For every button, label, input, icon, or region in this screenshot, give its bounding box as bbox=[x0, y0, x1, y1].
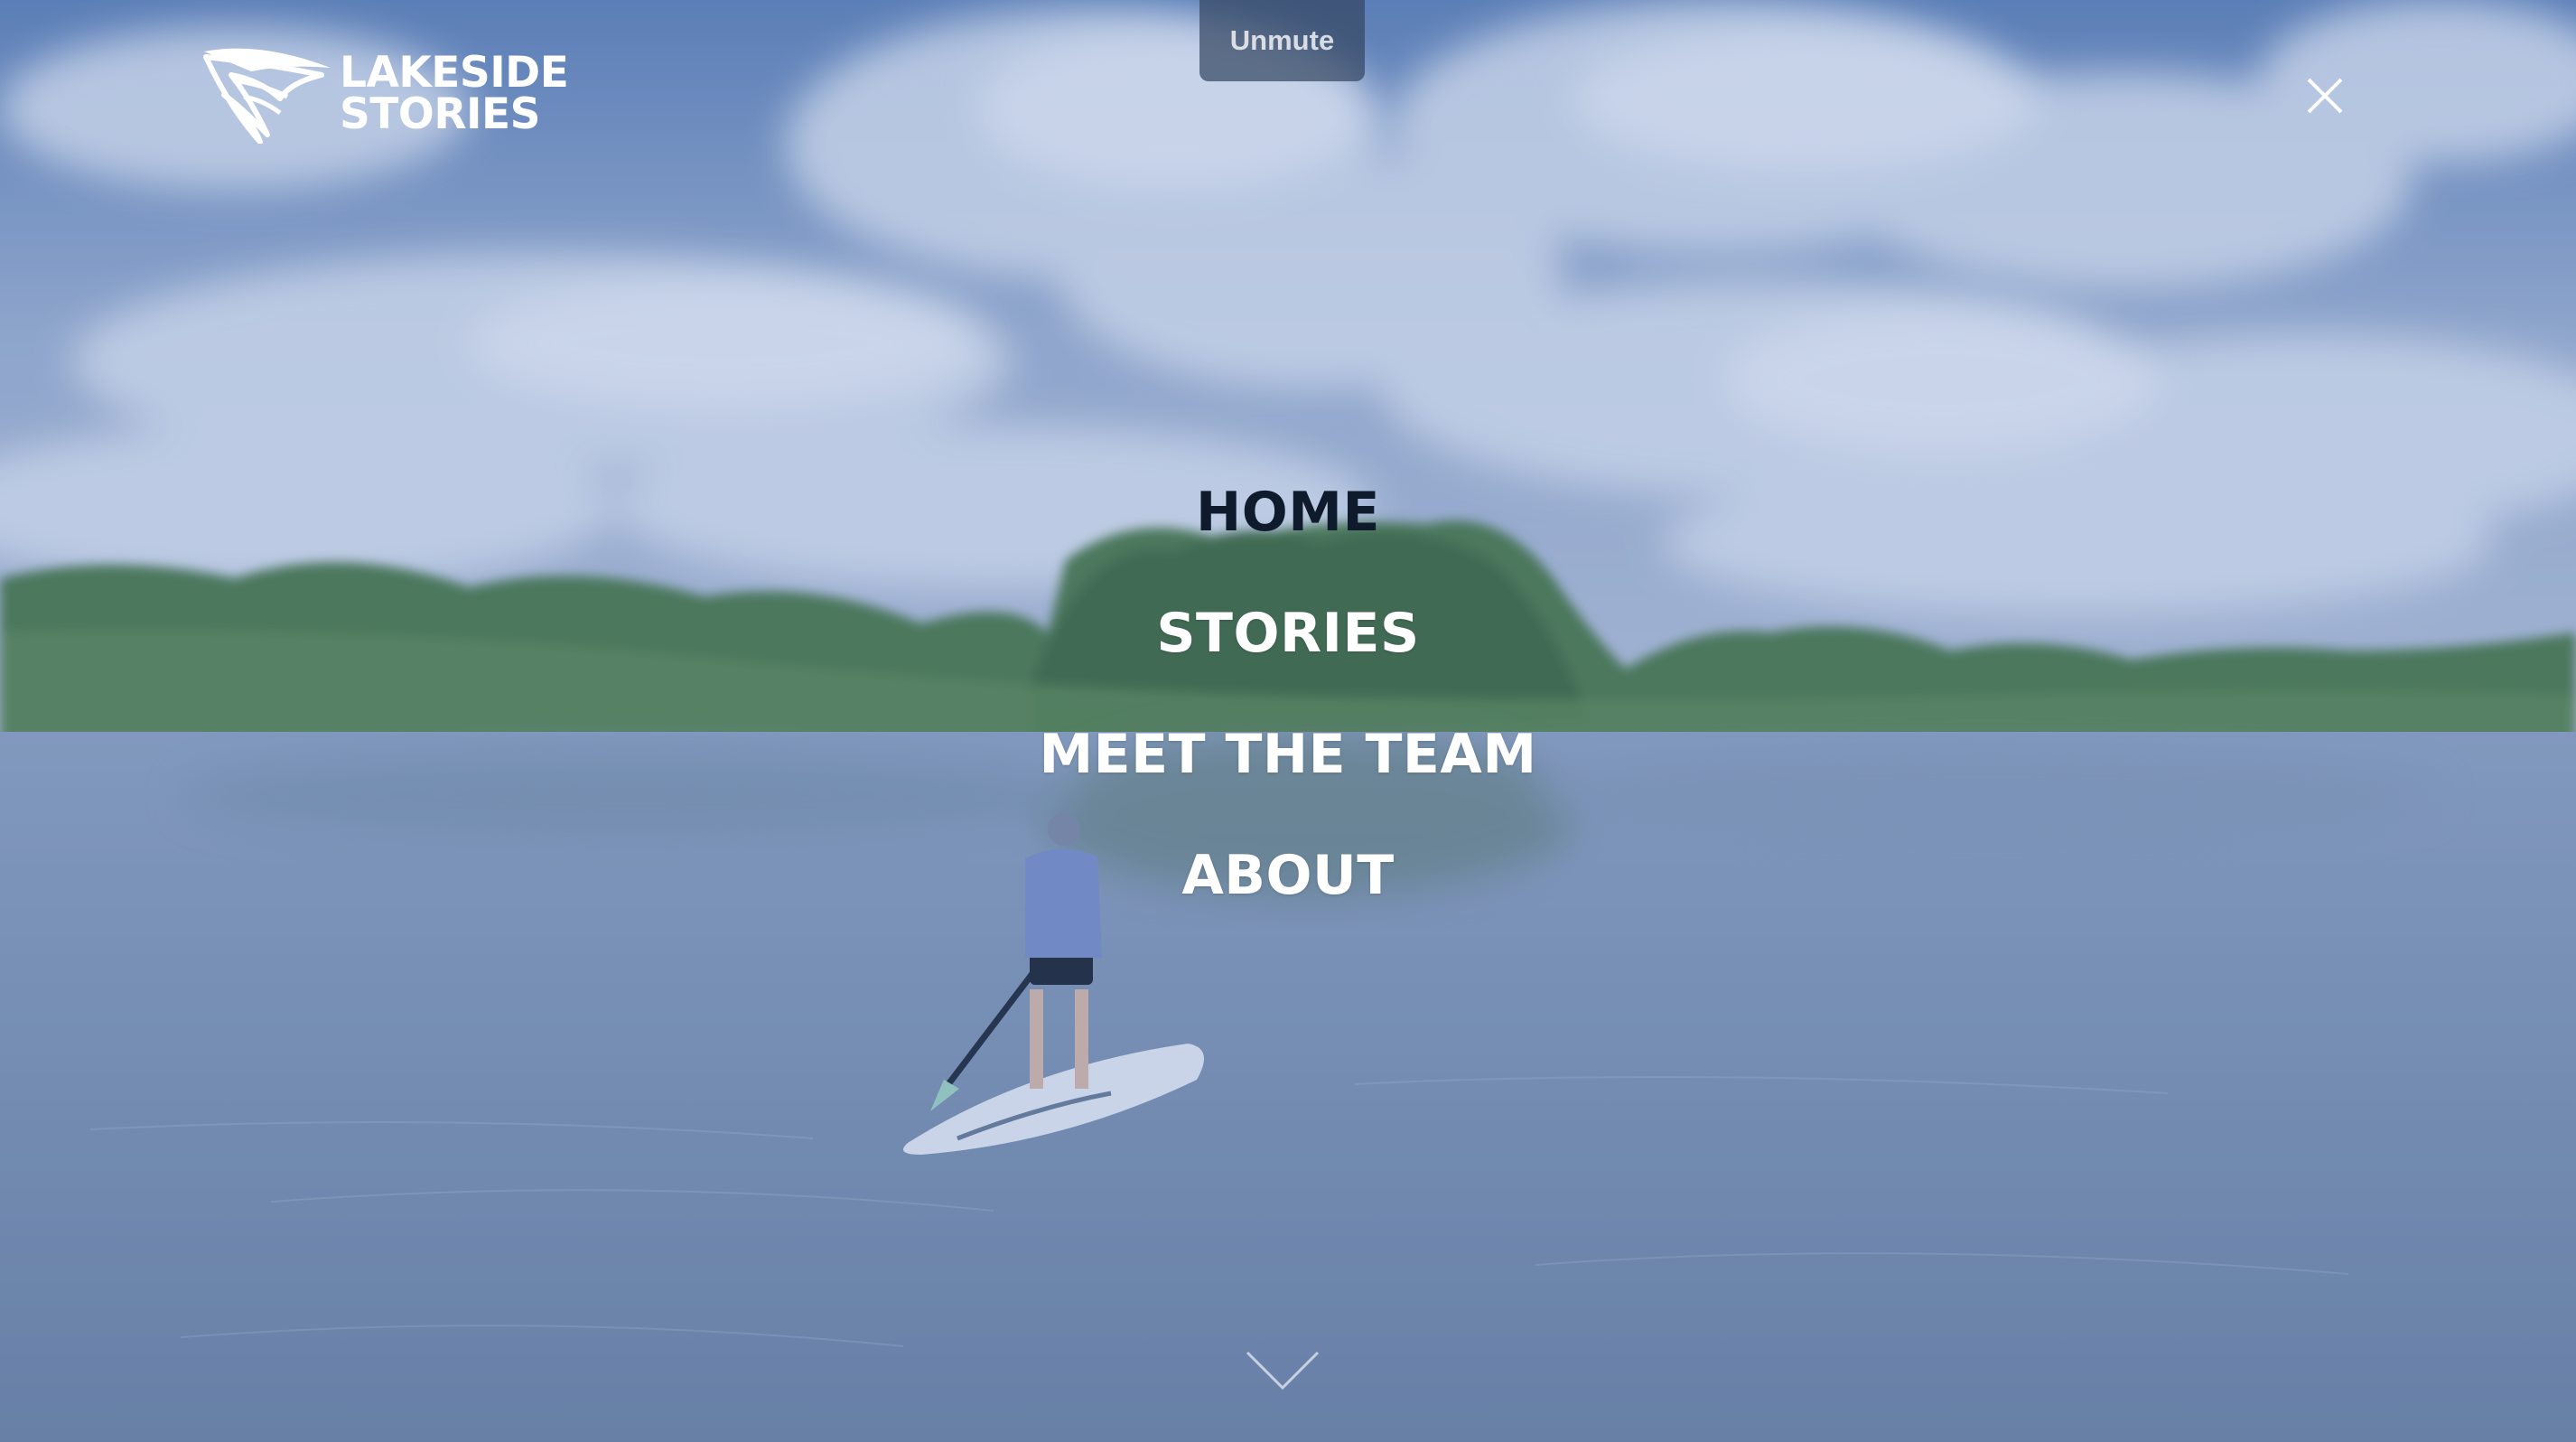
close-icon[interactable] bbox=[2305, 76, 2345, 116]
logo-line-1: LAKESIDE bbox=[340, 47, 569, 98]
main-navigation: HOME STORIES MEET THE TEAM ABOUT bbox=[0, 452, 2576, 936]
unmute-button[interactable]: Unmute bbox=[1199, 0, 1365, 81]
site-logo[interactable]: LAKESIDE STORIES bbox=[197, 40, 576, 148]
hero-section: LAKESIDE STORIES Unmute HOME STORIES MEE… bbox=[0, 0, 2576, 1442]
nav-item-stories[interactable]: STORIES bbox=[1156, 573, 1419, 694]
nav-item-home[interactable]: HOME bbox=[1196, 452, 1380, 573]
nav-item-meet-the-team[interactable]: MEET THE TEAM bbox=[1039, 694, 1536, 815]
logo-wordmark: LAKESIDE STORIES bbox=[340, 47, 569, 139]
nav-item-about[interactable]: ABOUT bbox=[1181, 815, 1394, 936]
chevron-down-icon[interactable] bbox=[1245, 1350, 1321, 1393]
logo-line-2: STORIES bbox=[340, 89, 541, 139]
wave-logo-icon bbox=[203, 48, 331, 144]
